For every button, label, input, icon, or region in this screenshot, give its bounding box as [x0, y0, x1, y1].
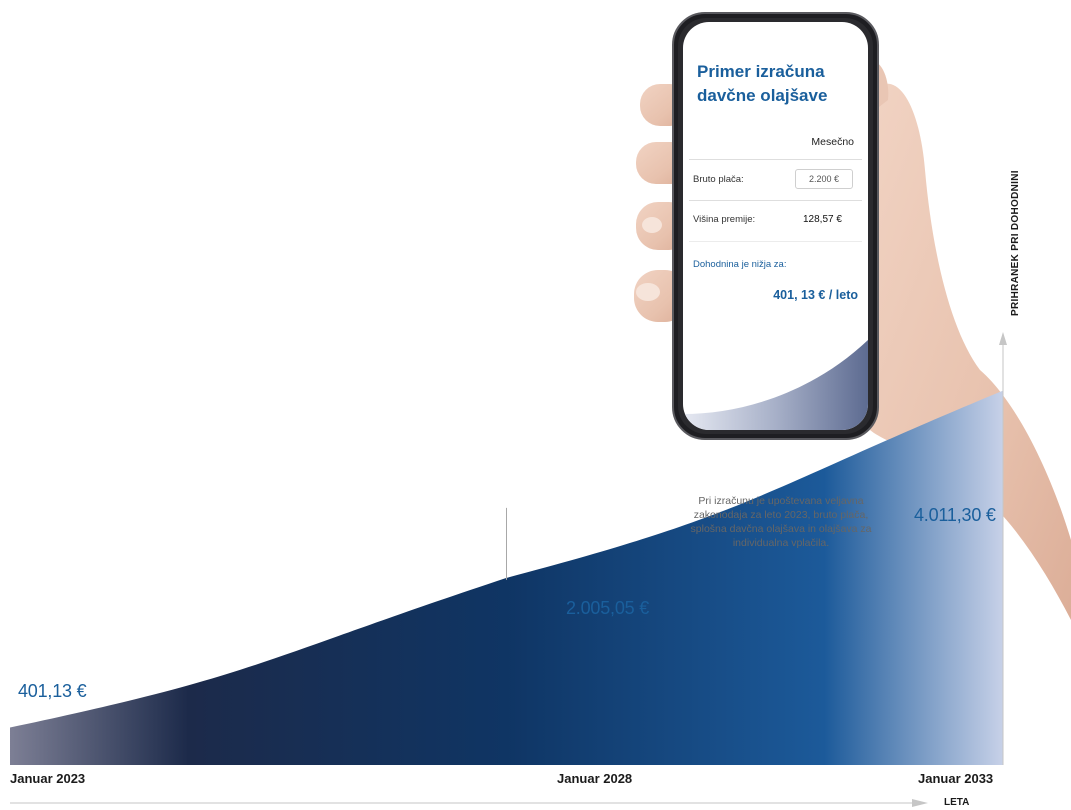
value-label-2033: 4.011,30 €	[914, 505, 996, 525]
value-label-2023: 401,13 €	[18, 681, 87, 701]
x-tick-label-2023: Januar 2023	[10, 771, 86, 786]
x-tick-label-2028: Januar 2028	[557, 771, 633, 786]
y-axis-arrow-icon	[999, 332, 1007, 345]
x-tick-label-2033: Januar 2033	[918, 771, 994, 786]
calculation-note: Pri izračunu je upoštevana veljavna zako…	[690, 495, 872, 549]
y-axis-title: PRIHRANEK PRI DOHODNINI	[1010, 170, 1021, 316]
savings-area-chart	[10, 332, 1007, 807]
x-axis-title: LETA	[944, 797, 970, 808]
value-label-2028: 2.005,05 €	[566, 598, 650, 618]
x-axis-arrow-icon	[912, 799, 928, 807]
